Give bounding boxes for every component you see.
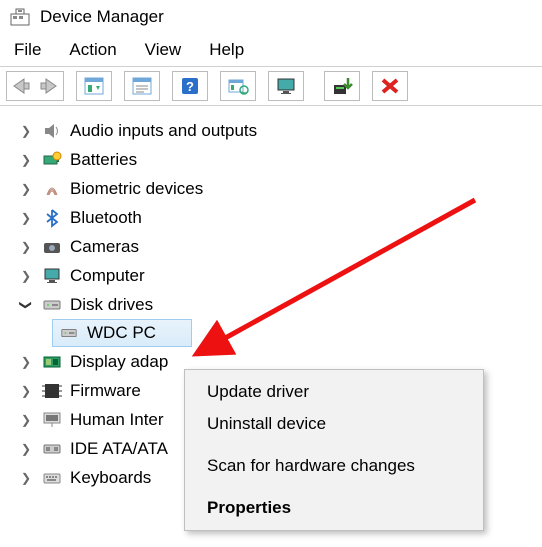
ide-ata-icon: [40, 438, 64, 460]
chevron-right-icon[interactable]: ❯: [18, 269, 34, 283]
chevron-right-icon[interactable]: ❯: [18, 124, 34, 138]
context-menu: Update driver Uninstall device Scan for …: [184, 369, 484, 531]
tree-item-audio[interactable]: ❯ Audio inputs and outputs: [18, 116, 542, 145]
chevron-right-icon[interactable]: ❯: [18, 413, 34, 427]
camera-icon: [40, 236, 64, 258]
tree-label: Keyboards: [70, 468, 151, 488]
menu-action[interactable]: Action: [69, 40, 116, 60]
tree-label: Bluetooth: [70, 208, 142, 228]
toolbar-show-hidden-button[interactable]: [76, 71, 112, 101]
svg-text:?: ?: [186, 79, 194, 94]
toolbar-help-button[interactable]: ?: [172, 71, 208, 101]
tree-item-disk-drives[interactable]: ❯ Disk drives: [18, 290, 542, 319]
hid-icon: [40, 409, 64, 431]
menu-bar: File Action View Help: [0, 32, 542, 66]
toolbar-uninstall-button[interactable]: [372, 71, 408, 101]
ctx-update-driver[interactable]: Update driver: [185, 376, 483, 408]
tree-label: Firmware: [70, 381, 141, 401]
tree-item-biometric[interactable]: ❯ Biometric devices: [18, 174, 542, 203]
keyboard-icon: [40, 467, 64, 489]
toolbar: ?: [0, 66, 542, 106]
chevron-right-icon[interactable]: ❯: [18, 471, 34, 485]
chevron-right-icon[interactable]: ❯: [18, 384, 34, 398]
chevron-down-icon[interactable]: ❯: [19, 297, 33, 313]
chevron-right-icon[interactable]: ❯: [18, 153, 34, 167]
tree-label: Human Inter: [70, 410, 164, 430]
tree-label: Audio inputs and outputs: [70, 121, 257, 141]
ctx-uninstall-device[interactable]: Uninstall device: [185, 408, 483, 440]
toolbar-scan-button[interactable]: [220, 71, 256, 101]
app-icon: [8, 6, 32, 28]
fingerprint-icon: [40, 178, 64, 200]
tree-item-batteries[interactable]: ❯ Batteries: [18, 145, 542, 174]
back-button[interactable]: [10, 76, 32, 96]
nav-buttons: [6, 71, 64, 101]
tree-label: WDC PC: [87, 323, 156, 343]
battery-icon: [40, 149, 64, 171]
chevron-right-icon[interactable]: ❯: [18, 182, 34, 196]
menu-file[interactable]: File: [14, 40, 41, 60]
display-adapter-icon: [40, 351, 64, 373]
menu-view[interactable]: View: [145, 40, 182, 60]
disk-drive-icon: [57, 322, 81, 344]
chevron-right-icon[interactable]: ❯: [18, 240, 34, 254]
toolbar-properties-button[interactable]: [124, 71, 160, 101]
tree-label: Cameras: [70, 237, 139, 257]
tree-label: Computer: [70, 266, 145, 286]
ctx-scan-hardware[interactable]: Scan for hardware changes: [185, 450, 483, 482]
tree-item-bluetooth[interactable]: ❯ Bluetooth: [18, 203, 542, 232]
toolbar-monitor-button[interactable]: [268, 71, 304, 101]
firmware-icon: [40, 380, 64, 402]
computer-icon: [40, 265, 64, 287]
toolbar-update-driver-button[interactable]: [324, 71, 360, 101]
tree-label: Disk drives: [70, 295, 153, 315]
menu-help[interactable]: Help: [209, 40, 244, 60]
forward-button[interactable]: [38, 76, 60, 96]
title-bar: Device Manager: [0, 0, 542, 32]
tree-label: Display adap: [70, 352, 168, 372]
tree-item-wdc-disk[interactable]: WDC PC: [52, 319, 192, 347]
disk-drive-icon: [40, 294, 64, 316]
tree-item-computer[interactable]: ❯ Computer: [18, 261, 542, 290]
tree-item-cameras[interactable]: ❯ Cameras: [18, 232, 542, 261]
ctx-properties[interactable]: Properties: [185, 492, 483, 524]
bluetooth-icon: [40, 207, 64, 229]
chevron-right-icon[interactable]: ❯: [18, 211, 34, 225]
tree-label: Biometric devices: [70, 179, 203, 199]
tree-label: Batteries: [70, 150, 137, 170]
chevron-right-icon[interactable]: ❯: [18, 355, 34, 369]
window-title: Device Manager: [40, 7, 164, 27]
speaker-icon: [40, 120, 64, 142]
chevron-right-icon[interactable]: ❯: [18, 442, 34, 456]
tree-label: IDE ATA/ATA: [70, 439, 168, 459]
